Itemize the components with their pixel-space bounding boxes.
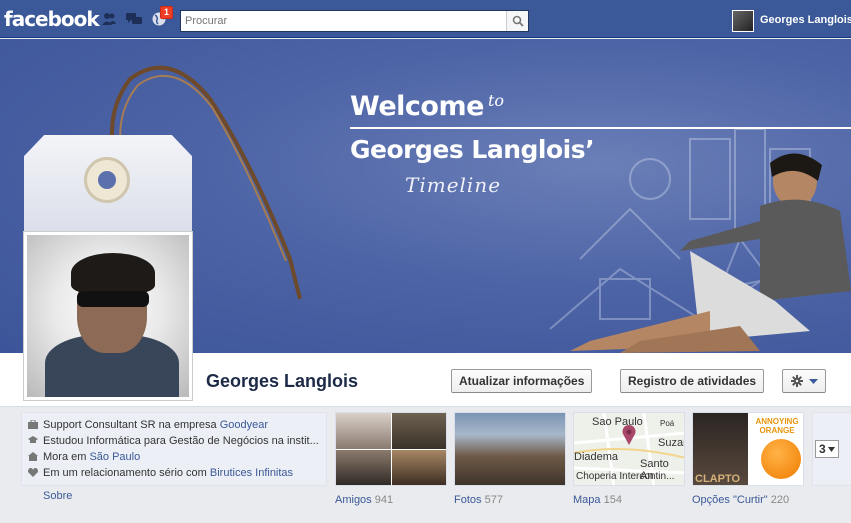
photos-app-label[interactable]: Fotos 577 [454,494,503,506]
search-box[interactable] [180,10,529,32]
study-line: Estudou Informática para Gestão de Negóc… [28,435,319,447]
map-app-label[interactable]: Mapa 154 [573,494,622,506]
search-icon [512,15,524,27]
heart-icon [28,468,38,477]
top-bar: facebook 1 Georges Langlois [0,0,851,38]
profile-name[interactable]: Georges Langlois [206,371,358,392]
avatar[interactable] [732,10,754,32]
profile-picture[interactable] [23,231,193,401]
search-input[interactable] [185,13,505,29]
lives-line: Mora em São Paulo [28,451,140,463]
photos-app-tile[interactable] [454,412,566,486]
likes-app-label[interactable]: Opções "Curtir" 220 [692,494,789,506]
chevron-down-icon [828,447,835,452]
city-link[interactable]: São Paulo [89,451,140,463]
more-apps-button[interactable]: 3 [812,412,851,486]
friends-app-tile[interactable] [335,412,447,486]
gear-icon [791,375,803,387]
about-summary: Support Consultant SR na empresa Goodyea… [21,412,327,486]
partner-link[interactable]: Birutices Infinitas [210,467,293,479]
facebook-logo[interactable]: facebook [4,7,100,31]
chevron-down-icon [809,379,818,384]
tag-hole [84,157,130,203]
sitting-person-photo [570,153,851,353]
about-link[interactable]: Sobre [43,490,72,502]
graduation-cap-icon [28,436,38,445]
activity-log-button[interactable]: Registro de atividades [620,369,765,393]
cover-divider [350,127,851,129]
likes-app-tile[interactable]: CLAPTO ANNOYING ORANGE [692,412,804,486]
cover-welcome-text: Welcome [350,91,484,122]
cover-timeline-text: Timeline [405,173,502,197]
more-apps-count[interactable]: 3 [815,440,839,458]
work-line: Support Consultant SR na empresa Goodyea… [28,419,268,431]
cover-name-text: Georges Langlois’ [350,135,595,164]
work-link[interactable]: Goodyear [220,419,268,431]
notification-badge: 1 [160,6,174,19]
settings-dropdown-button[interactable] [782,369,826,393]
search-button[interactable] [506,11,528,31]
user-name-link[interactable]: Georges Langlois [760,14,851,26]
friend-requests-icon[interactable] [101,12,117,26]
friends-app-label[interactable]: Amigos 941 [335,494,393,506]
relationship-line: Em um relacionamento sério com Birutices… [28,467,293,479]
home-icon [28,452,38,461]
map-app-tile[interactable]: Sao Paulo Poá Suzan Diadema Santo An Cho… [573,412,685,486]
messages-icon[interactable] [126,12,142,26]
map-pin-icon [622,425,636,445]
cover-to-text: to [488,91,505,110]
update-info-button[interactable]: Atualizar informações [451,369,593,393]
briefcase-icon [28,419,38,429]
